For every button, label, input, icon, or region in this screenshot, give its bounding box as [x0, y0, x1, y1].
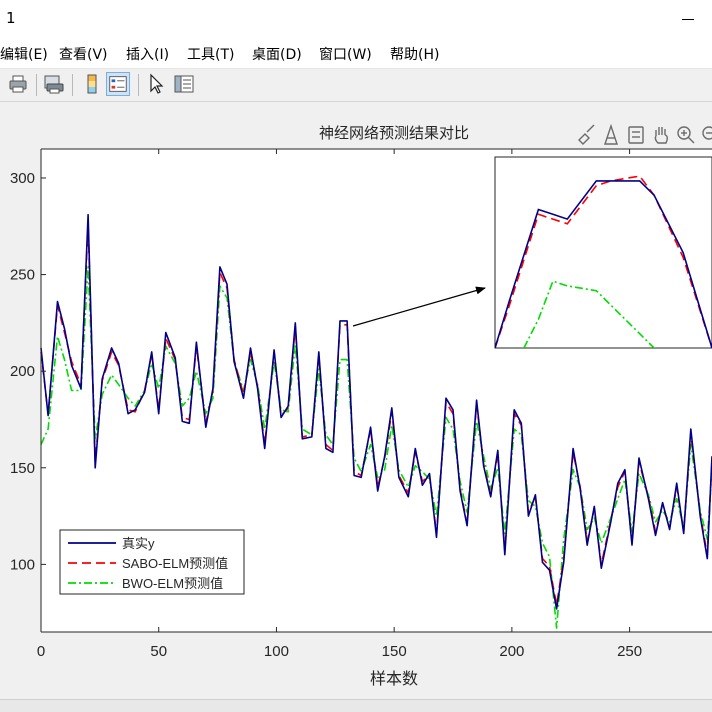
- x-tick-label: 50: [150, 643, 167, 660]
- minimize-button[interactable]: [678, 10, 700, 28]
- y-tick-label: 250: [10, 267, 35, 284]
- status-bar: [0, 699, 712, 712]
- x-tick-label: 250: [617, 643, 642, 660]
- x-tick-label: 100: [264, 643, 289, 660]
- menu-window[interactable]: 窗口(W): [319, 44, 372, 64]
- print-icon[interactable]: [6, 72, 30, 96]
- x-tick-label: 0: [37, 643, 45, 660]
- hand-shape: [654, 127, 668, 144]
- x-tick-label: 200: [499, 643, 524, 660]
- legend-label-2: BWO-ELM预测值: [122, 576, 223, 591]
- menu-edit[interactable]: 编辑(E): [0, 44, 48, 64]
- legend-label-0: 真实y: [122, 536, 155, 551]
- pointer-icon[interactable]: [144, 72, 168, 96]
- y-tick-label: 150: [10, 460, 35, 477]
- data-tips-icon[interactable]: [604, 123, 618, 145]
- menu-desktop[interactable]: 桌面(D): [252, 44, 302, 64]
- menu-tools[interactable]: 工具(T): [187, 44, 234, 64]
- pan-icon[interactable]: [654, 127, 668, 144]
- zoom-in-icon[interactable]: [677, 126, 695, 144]
- x-axis-label: 样本数: [370, 670, 418, 688]
- figure-area: 0 50 100 150 200 250 100 150 200 250 300 神经网络预测结果对…: [0, 102, 712, 699]
- chart: 0 50 100 150 200 250 100 150 200 250 300 神经网络预测结果对…: [10, 123, 712, 688]
- toolbar-separator: [36, 74, 37, 96]
- legend-label-1: SABO-ELM预测值: [122, 556, 228, 571]
- axes-toolbar: [578, 123, 712, 145]
- brush-handle: [586, 124, 595, 133]
- property-editor-icon[interactable]: [172, 72, 196, 96]
- figure-toolbar: [0, 69, 712, 102]
- restore-view-icon[interactable]: [628, 126, 644, 144]
- colorbar-icon[interactable]: [80, 72, 104, 96]
- menu-view[interactable]: 查看(V): [59, 44, 108, 64]
- legend-icon[interactable]: [106, 72, 130, 96]
- restore-frame: [628, 126, 644, 144]
- lens-handle: [688, 137, 695, 144]
- y-tick-label: 300: [10, 170, 35, 187]
- print-preview-icon[interactable]: [42, 72, 66, 96]
- chart-title: 神经网络预测结果对比: [319, 125, 469, 142]
- toolbar-separator: [72, 74, 73, 96]
- legend: 真实y SABO-ELM预测值 BWO-ELM预测值: [59, 529, 245, 595]
- y-tick-label: 100: [10, 556, 35, 573]
- toolbar-separator: [138, 74, 139, 96]
- brush-icon[interactable]: [578, 124, 595, 145]
- brush-shape: [578, 133, 590, 145]
- zoom-out-icon[interactable]: [702, 126, 712, 143]
- window-title: 1: [6, 9, 16, 27]
- y-tick-label: 200: [10, 363, 35, 380]
- x-tick-label: 150: [382, 643, 407, 660]
- tip-shape: [604, 123, 618, 145]
- inset-box: [494, 156, 712, 349]
- window-title-bar: 1: [0, 0, 712, 38]
- menu-help[interactable]: 帮助(H): [390, 44, 439, 64]
- menu-insert[interactable]: 插入(I): [126, 44, 169, 64]
- menu-bar: 编辑(E) 查看(V) 插入(I) 工具(T) 桌面(D) 窗口(W) 帮助(H…: [0, 38, 712, 69]
